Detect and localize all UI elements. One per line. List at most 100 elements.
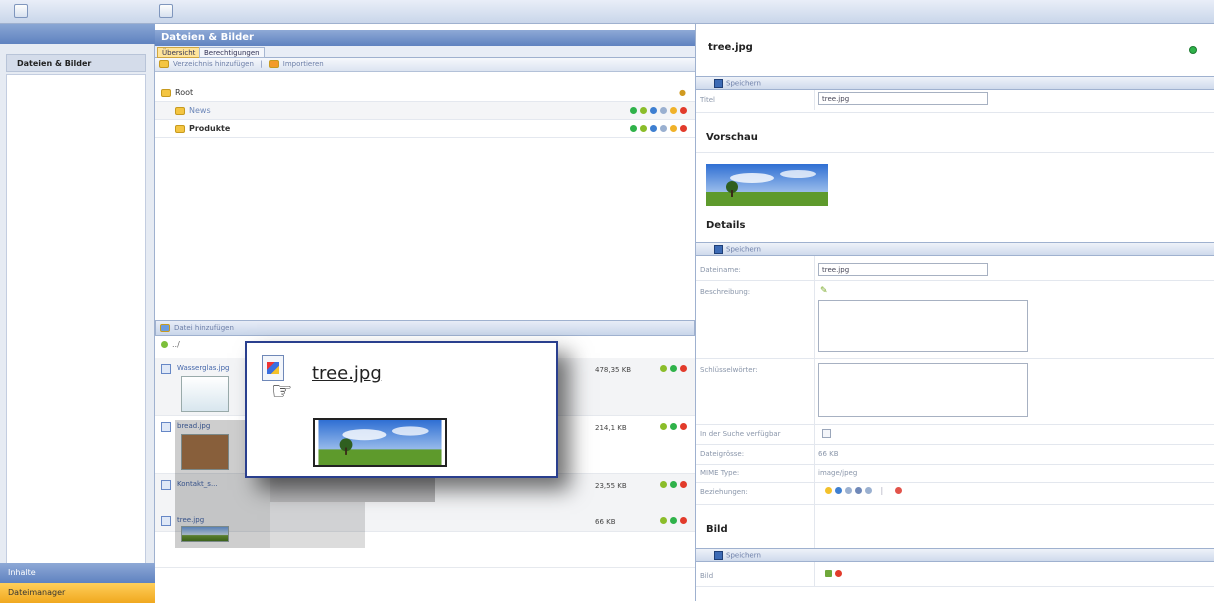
divider bbox=[696, 152, 1214, 153]
folder-icon[interactable] bbox=[825, 487, 832, 494]
window-icon[interactable] bbox=[159, 4, 173, 18]
save-icon bbox=[714, 551, 723, 560]
file-size: 23,55 KB bbox=[595, 482, 627, 490]
column-separator bbox=[814, 562, 815, 586]
searchable-checkbox[interactable] bbox=[822, 429, 831, 438]
column-separator bbox=[814, 256, 815, 558]
bottom-tab-dateimanager[interactable]: Dateimanager bbox=[0, 583, 155, 603]
top-bar bbox=[0, 0, 1214, 24]
filename-label: Dateiname: bbox=[700, 266, 741, 274]
folder-actions[interactable] bbox=[627, 106, 687, 115]
tree-row-root[interactable]: Root ● bbox=[155, 84, 695, 102]
add-folder-button[interactable]: Verzeichnis hinzufügen bbox=[173, 60, 254, 68]
dragged-image-thumbnail bbox=[313, 418, 447, 467]
save-button[interactable]: Speichern bbox=[726, 80, 761, 88]
relations-label: Beziehungen: bbox=[700, 488, 748, 496]
page-icon[interactable] bbox=[855, 487, 862, 494]
dragged-file-name: tree.jpg bbox=[312, 363, 382, 384]
image-heading: Bild bbox=[706, 524, 728, 535]
save-icon bbox=[714, 245, 723, 254]
folder-toolbar: Verzeichnis hinzufügen | Importieren bbox=[155, 58, 695, 72]
searchable-label: In der Suche verfügbar bbox=[700, 430, 781, 438]
save-bar[interactable]: Speichern bbox=[696, 76, 1214, 90]
sidebar: Dateien & Bilder Inhalte Dateimanager bbox=[0, 24, 155, 603]
divider bbox=[696, 504, 1214, 505]
tab-berechtigungen[interactable]: Berechtigungen bbox=[199, 47, 265, 58]
file-name[interactable]: Wasserglas.jpg bbox=[177, 364, 230, 372]
description-label: Beschreibung: bbox=[700, 288, 751, 296]
edit-icon[interactable]: ✎ bbox=[820, 286, 828, 296]
description-textarea[interactable] bbox=[818, 300, 1028, 352]
file-size: 66 KB bbox=[595, 518, 616, 526]
save-button[interactable]: Speichern bbox=[726, 552, 761, 560]
refresh-icon[interactable] bbox=[14, 4, 28, 18]
sidebar-item-dateien-bilder[interactable]: Dateien & Bilder bbox=[6, 54, 146, 72]
bottom-tab-inhalte[interactable]: Inhalte bbox=[0, 563, 155, 583]
folder-icon bbox=[161, 88, 171, 97]
page-icon[interactable] bbox=[865, 487, 872, 494]
folder-label: Root bbox=[175, 88, 194, 97]
drag-shadow bbox=[270, 502, 365, 548]
image-edit-icon[interactable] bbox=[825, 570, 832, 577]
up-folder-icon bbox=[161, 341, 168, 348]
page-icon[interactable] bbox=[845, 487, 852, 494]
tab-bar: Übersicht Berechtigungen bbox=[155, 46, 695, 58]
file-actions[interactable] bbox=[657, 516, 687, 525]
file-thumbnail[interactable] bbox=[181, 376, 229, 412]
detail-panel: tree.jpg Speichern Titel tree.jpg Vorsch… bbox=[695, 24, 1214, 601]
folder-label: Produkte bbox=[189, 124, 231, 133]
filename-input[interactable]: tree.jpg bbox=[818, 263, 988, 276]
file-actions[interactable] bbox=[657, 480, 687, 489]
file-actions[interactable] bbox=[657, 364, 687, 373]
file-size: 214,1 KB bbox=[595, 424, 627, 432]
image-file-icon bbox=[161, 364, 171, 374]
divider bbox=[696, 444, 1214, 445]
preview-image[interactable] bbox=[706, 164, 828, 206]
tree-row-produkte[interactable]: Produkte bbox=[155, 120, 695, 138]
mime-label: MIME Type: bbox=[700, 469, 740, 477]
import-button[interactable]: Importieren bbox=[283, 60, 324, 68]
divider bbox=[696, 112, 1214, 113]
panel-title: Dateien & Bilder bbox=[155, 30, 695, 46]
sidebar-list bbox=[6, 74, 146, 572]
current-path: ../ bbox=[172, 340, 180, 349]
lock-icon[interactable]: ● bbox=[679, 88, 687, 97]
add-file-button[interactable]: Datei hinzufügen bbox=[174, 324, 234, 332]
divider bbox=[696, 424, 1214, 425]
folder-icon bbox=[175, 124, 185, 133]
details-heading: Details bbox=[706, 220, 746, 231]
title-input[interactable]: tree.jpg bbox=[818, 92, 988, 105]
keywords-label: Schlüsselwörter: bbox=[700, 366, 758, 374]
file-size: 478,35 KB bbox=[595, 366, 632, 374]
save-icon bbox=[714, 79, 723, 88]
divider bbox=[696, 464, 1214, 465]
add-file-icon bbox=[160, 324, 170, 332]
image-delete-icon[interactable] bbox=[835, 570, 842, 577]
divider bbox=[696, 280, 1214, 281]
image-file-icon bbox=[161, 480, 171, 490]
status-icon[interactable] bbox=[1189, 46, 1197, 54]
column-separator bbox=[814, 90, 815, 110]
folder-icon bbox=[175, 106, 185, 115]
save-bar[interactable]: Speichern bbox=[696, 242, 1214, 256]
mime-value: image/jpeg bbox=[818, 469, 858, 477]
save-bar[interactable]: Speichern bbox=[696, 548, 1214, 562]
drag-preview-popup: ☞ tree.jpg bbox=[245, 341, 558, 478]
file-actions[interactable] bbox=[657, 422, 687, 431]
keywords-textarea[interactable] bbox=[818, 363, 1028, 417]
relation-add-icon[interactable] bbox=[894, 487, 902, 494]
relations-icons[interactable]: | bbox=[822, 486, 902, 495]
save-button[interactable]: Speichern bbox=[726, 246, 761, 254]
link-icon[interactable] bbox=[835, 487, 842, 494]
filesize-value: 66 KB bbox=[818, 450, 839, 458]
sidebar-header bbox=[0, 24, 155, 44]
tab-uebersicht[interactable]: Übersicht bbox=[157, 47, 201, 58]
folder-actions[interactable] bbox=[627, 124, 687, 133]
hand-cursor-icon: ☞ bbox=[271, 377, 293, 405]
filesize-label: Dateigrösse: bbox=[700, 450, 745, 458]
import-icon bbox=[268, 60, 279, 68]
tree-row-news[interactable]: News bbox=[155, 102, 695, 120]
drag-shadow bbox=[270, 478, 435, 502]
image-actions[interactable] bbox=[822, 569, 842, 578]
divider bbox=[696, 358, 1214, 359]
